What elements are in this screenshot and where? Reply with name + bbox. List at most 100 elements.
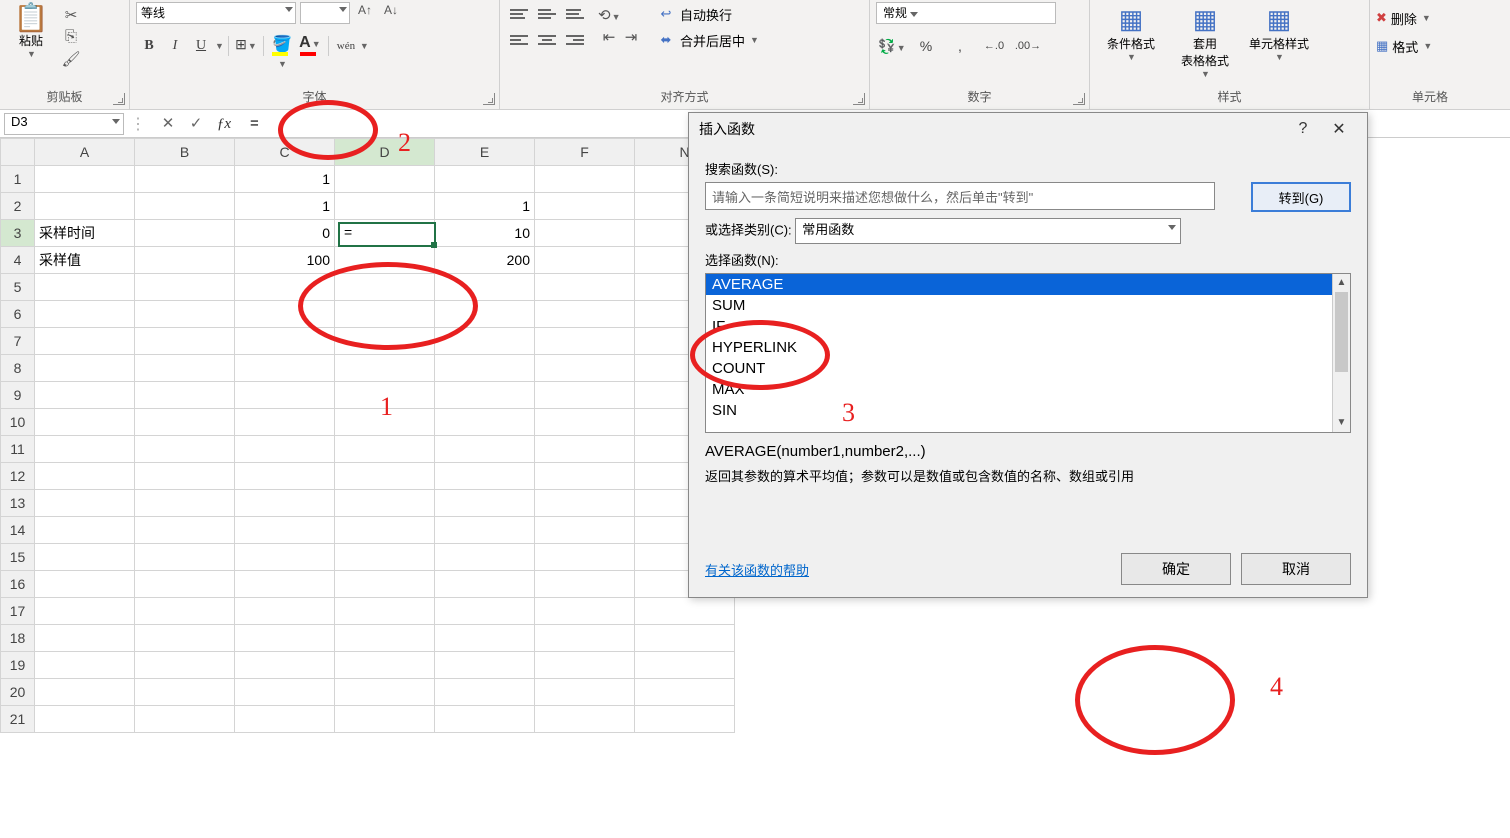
cell-E3[interactable]: 10 [435, 220, 535, 247]
cell-B5[interactable] [135, 274, 235, 301]
cell-D19[interactable] [335, 652, 435, 679]
cell-C7[interactable] [235, 328, 335, 355]
function-item-count[interactable]: COUNT [706, 358, 1350, 379]
cell-E19[interactable] [435, 652, 535, 679]
cell-C13[interactable] [235, 490, 335, 517]
cell-C4[interactable]: 100 [235, 247, 335, 274]
font-size-combo[interactable] [300, 2, 350, 24]
name-box[interactable]: D3 [4, 113, 124, 135]
row-header-14[interactable]: 14 [1, 517, 35, 544]
align-right-button[interactable] [562, 28, 588, 52]
row-header-11[interactable]: 11 [1, 436, 35, 463]
increase-decimal-button[interactable]: ←.0 [978, 34, 1010, 58]
cell-E10[interactable] [435, 409, 535, 436]
cell-D17[interactable] [335, 598, 435, 625]
dialog-close-button[interactable]: ✕ [1321, 119, 1357, 139]
cell-E13[interactable] [435, 490, 535, 517]
ok-button[interactable]: 确定 [1121, 553, 1231, 585]
cancel-button[interactable]: 取消 [1241, 553, 1351, 585]
decrease-font-icon[interactable]: A↓ [380, 3, 402, 23]
orientation-button[interactable]: ⟲▼ [598, 6, 620, 26]
cell-A21[interactable] [35, 706, 135, 733]
cell-D20[interactable] [335, 679, 435, 706]
go-button[interactable]: 转到(G) [1251, 182, 1351, 212]
function-list[interactable]: AVERAGESUMIFHYPERLINKCOUNTMAXSIN ▲ ▼ [705, 273, 1351, 433]
paste-button[interactable]: 📋 粘贴 ▼ [6, 2, 56, 61]
cell-B6[interactable] [135, 301, 235, 328]
cell-D11[interactable] [335, 436, 435, 463]
cell-B9[interactable] [135, 382, 235, 409]
number-launcher-icon[interactable] [1073, 93, 1085, 105]
cell-F1[interactable] [535, 166, 635, 193]
cell-B1[interactable] [135, 166, 235, 193]
cell-F2[interactable] [535, 193, 635, 220]
font-name-combo[interactable]: 等线 [136, 2, 296, 24]
cell-C17[interactable] [235, 598, 335, 625]
row-header-16[interactable]: 16 [1, 571, 35, 598]
increase-font-icon[interactable]: A↑ [354, 3, 376, 23]
cell-D4[interactable] [335, 247, 435, 274]
cell-D12[interactable] [335, 463, 435, 490]
function-item-hyperlink[interactable]: HYPERLINK [706, 337, 1350, 358]
alignment-launcher-icon[interactable] [853, 93, 865, 105]
column-header-D[interactable]: D [335, 139, 435, 166]
cell-D1[interactable] [335, 166, 435, 193]
cell-A12[interactable] [35, 463, 135, 490]
merge-center-button[interactable]: ⬌合并后居中▼ [656, 28, 759, 52]
font-launcher-icon[interactable] [483, 93, 495, 105]
border-button[interactable]: ⊞▼ [233, 34, 259, 58]
cell-C5[interactable] [235, 274, 335, 301]
copy-icon[interactable]: ⎘ [60, 28, 82, 48]
cell-F7[interactable] [535, 328, 635, 355]
cell-A19[interactable] [35, 652, 135, 679]
column-header-E[interactable]: E [435, 139, 535, 166]
enter-edit-button[interactable]: ✓ [182, 113, 210, 135]
cell-A8[interactable] [35, 355, 135, 382]
cell-B16[interactable] [135, 571, 235, 598]
row-header-10[interactable]: 10 [1, 409, 35, 436]
cell-A14[interactable] [35, 517, 135, 544]
insert-function-button[interactable]: ƒx [210, 113, 238, 135]
cell-A4[interactable]: 采样值 [35, 247, 135, 274]
cell-B2[interactable] [135, 193, 235, 220]
format-as-table-button[interactable]: ▦套用 表格格式▼ [1170, 2, 1240, 79]
row-header-19[interactable]: 19 [1, 652, 35, 679]
cell-N20[interactable] [635, 679, 735, 706]
scroll-up-icon[interactable]: ▲ [1333, 274, 1350, 292]
cell-B17[interactable] [135, 598, 235, 625]
search-function-input[interactable] [705, 182, 1215, 210]
function-item-average[interactable]: AVERAGE [706, 274, 1350, 295]
cell-F8[interactable] [535, 355, 635, 382]
phonetic-button[interactable]: wén [333, 34, 359, 58]
cell-D3[interactable]: = [335, 220, 435, 247]
format-cells-button[interactable]: ▦格式▼ [1376, 34, 1432, 58]
cell-B14[interactable] [135, 517, 235, 544]
cell-N21[interactable] [635, 706, 735, 733]
cell-A6[interactable] [35, 301, 135, 328]
cell-A3[interactable]: 采样时间 [35, 220, 135, 247]
row-header-18[interactable]: 18 [1, 625, 35, 652]
cell-F6[interactable] [535, 301, 635, 328]
cell-E7[interactable] [435, 328, 535, 355]
row-header-7[interactable]: 7 [1, 328, 35, 355]
cell-A20[interactable] [35, 679, 135, 706]
cell-A10[interactable] [35, 409, 135, 436]
row-header-5[interactable]: 5 [1, 274, 35, 301]
cell-B7[interactable] [135, 328, 235, 355]
cell-E15[interactable] [435, 544, 535, 571]
cell-B21[interactable] [135, 706, 235, 733]
cell-F4[interactable] [535, 247, 635, 274]
cell-C3[interactable]: 0 [235, 220, 335, 247]
cell-B15[interactable] [135, 544, 235, 571]
function-help-link[interactable]: 有关该函数的帮助 [705, 560, 809, 579]
cell-C19[interactable] [235, 652, 335, 679]
cell-A18[interactable] [35, 625, 135, 652]
cell-C21[interactable] [235, 706, 335, 733]
cell-N17[interactable] [635, 598, 735, 625]
align-top-button[interactable] [506, 2, 532, 26]
row-header-12[interactable]: 12 [1, 463, 35, 490]
cell-E16[interactable] [435, 571, 535, 598]
bold-button[interactable]: B [136, 34, 162, 58]
cell-B3[interactable] [135, 220, 235, 247]
column-header-F[interactable]: F [535, 139, 635, 166]
